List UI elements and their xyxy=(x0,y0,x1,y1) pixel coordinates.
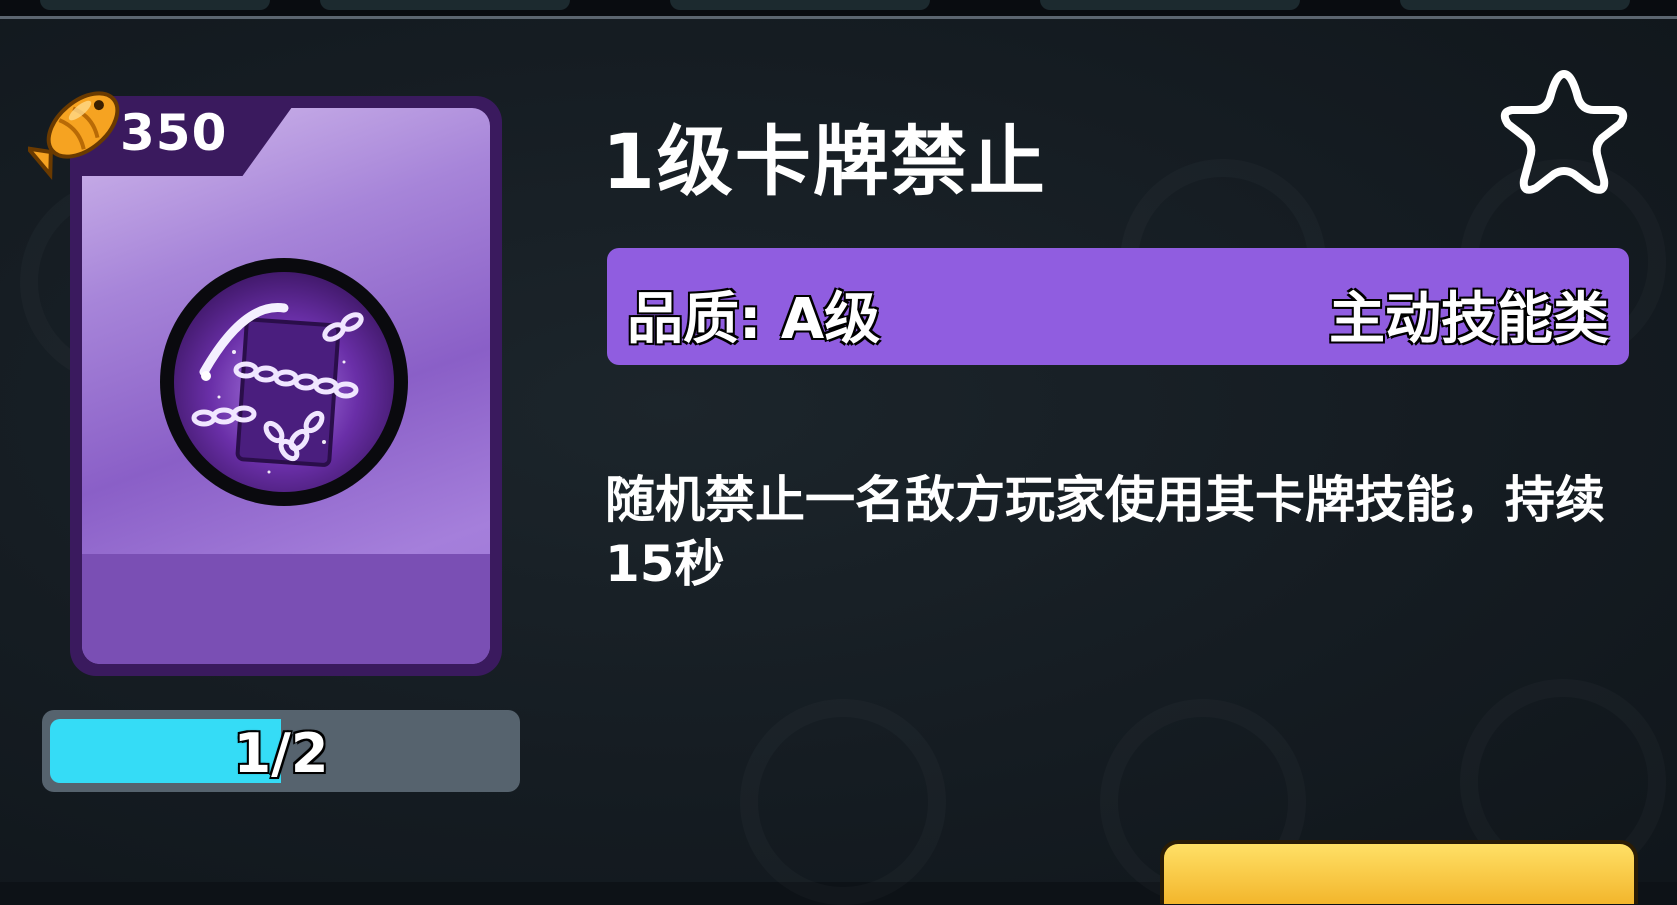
card-emblem xyxy=(160,258,408,506)
chained-card-icon xyxy=(174,272,394,492)
top-tab[interactable] xyxy=(670,0,930,10)
card-progress-bar: 1/2 xyxy=(42,710,520,792)
card-description: 随机禁止一名敌方玩家使用其卡牌技能，持续15秒 xyxy=(605,471,1605,593)
top-tab[interactable] xyxy=(320,0,570,10)
top-tab[interactable] xyxy=(40,0,270,10)
progress-text: 1/2 xyxy=(233,722,329,785)
quality-label: 品质: A级 xyxy=(627,287,881,352)
background-card-ghost xyxy=(740,699,946,905)
category-label: 主动技能类 xyxy=(1329,287,1609,352)
quality-bar: 品质: A级 主动技能类 xyxy=(607,248,1629,365)
action-button[interactable] xyxy=(1160,840,1638,904)
card-title: 1级卡牌禁止 xyxy=(602,117,1047,206)
top-tab[interactable] xyxy=(1040,0,1300,10)
top-tab[interactable] xyxy=(1400,0,1630,10)
card-footer-band xyxy=(82,554,490,664)
star-outline-icon[interactable] xyxy=(1494,64,1634,200)
card-price: 350 xyxy=(120,104,228,162)
